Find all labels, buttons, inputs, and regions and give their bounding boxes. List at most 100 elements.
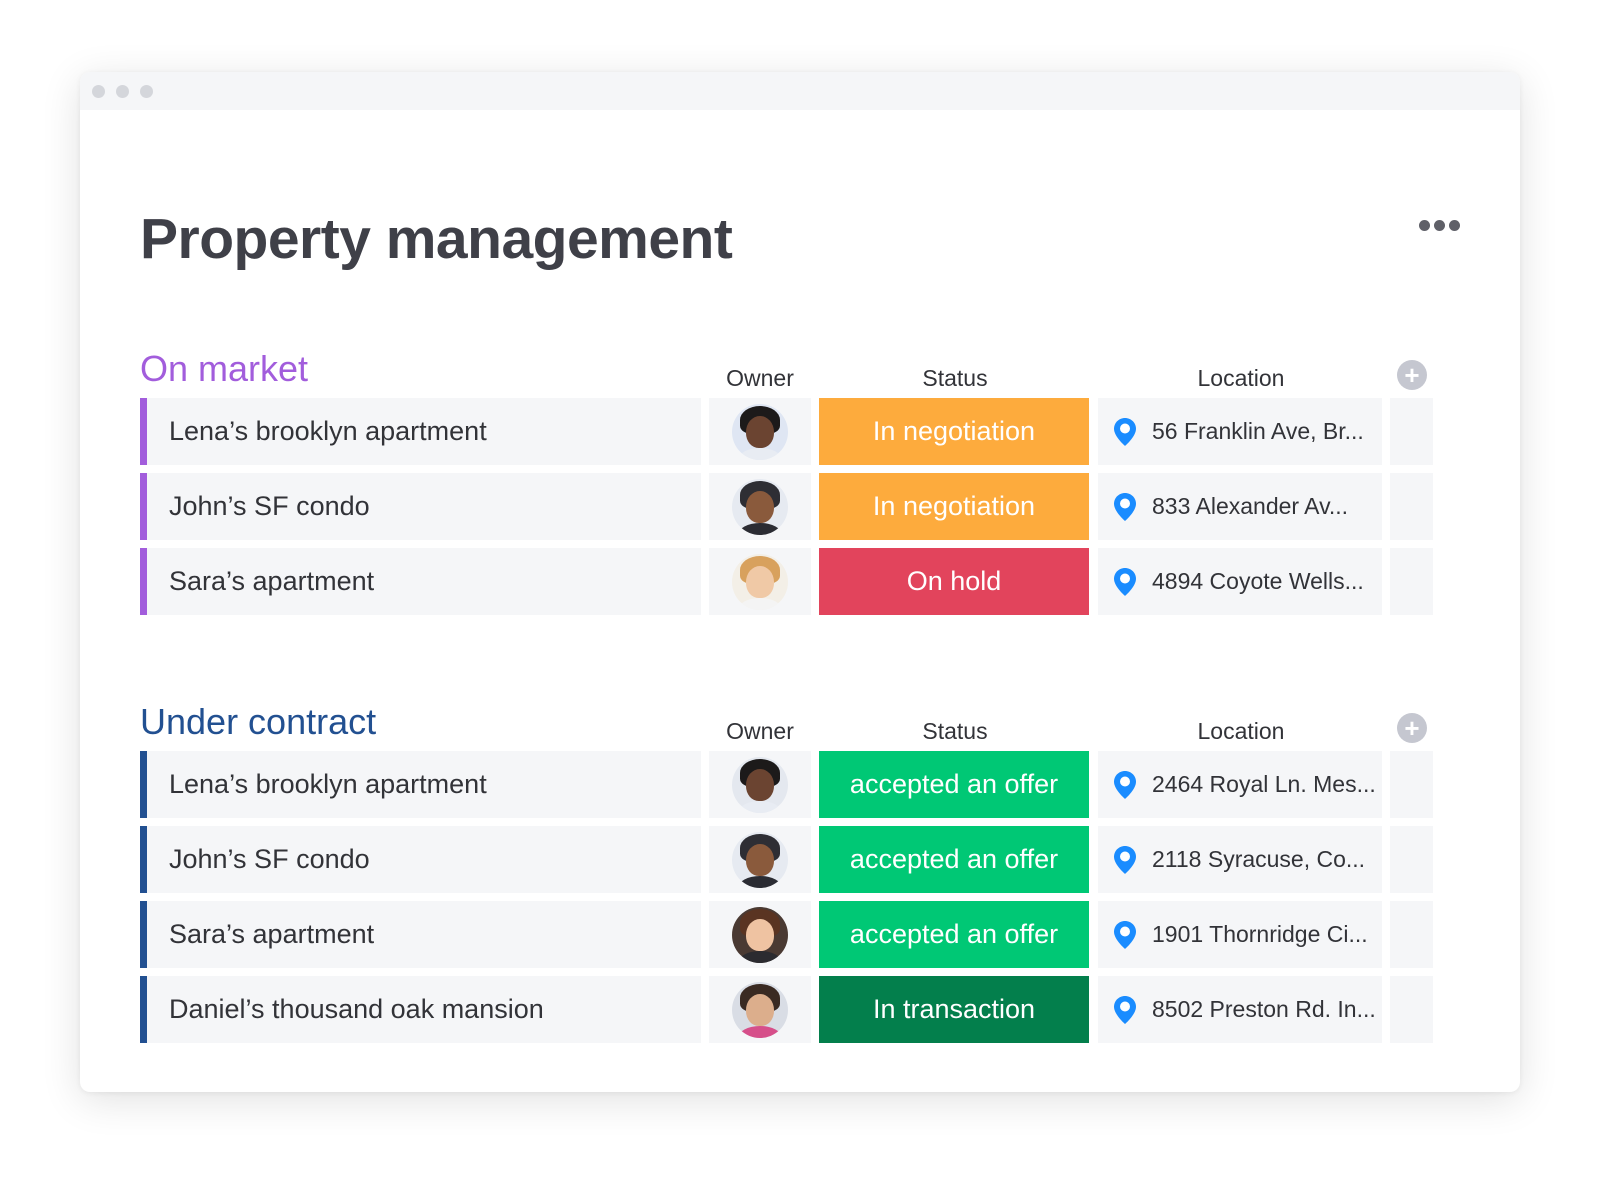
map-pin-icon bbox=[1114, 492, 1136, 521]
location-cell[interactable]: 8502 Preston Rd. In... bbox=[1098, 976, 1382, 1043]
status-text: In negotiation bbox=[872, 416, 1036, 446]
more-dots-icon bbox=[1419, 220, 1430, 231]
item-name: John’s SF condo bbox=[169, 491, 370, 521]
item-name-cell[interactable]: Sara’s apartment bbox=[140, 901, 701, 968]
status-text: accepted an offer bbox=[849, 769, 1059, 799]
empty-cell[interactable] bbox=[1390, 826, 1433, 893]
location-text: 1901 Thornridge Ci... bbox=[1152, 921, 1368, 947]
status-label[interactable]: accepted an offer bbox=[819, 901, 1089, 968]
status-label[interactable]: In negotiation bbox=[819, 473, 1089, 540]
location-cell[interactable]: 2118 Syracuse, Co... bbox=[1098, 826, 1382, 893]
item-name: Daniel’s thousand oak mansion bbox=[169, 994, 544, 1024]
map-pin-icon bbox=[1114, 920, 1136, 949]
owner-cell[interactable] bbox=[709, 826, 811, 893]
location-text: 2464 Royal Ln. Mes... bbox=[1152, 771, 1376, 797]
board-window: Property management On market Owner Stat… bbox=[80, 72, 1520, 1092]
add-column-button[interactable]: + bbox=[1397, 360, 1427, 390]
map-pin-icon bbox=[1114, 770, 1136, 799]
avatar[interactable] bbox=[732, 831, 788, 888]
group-header: On market Owner Status Location + bbox=[140, 338, 1460, 398]
avatar[interactable] bbox=[732, 553, 788, 610]
status-label[interactable]: accepted an offer bbox=[819, 751, 1089, 818]
table-row[interactable]: Sara’s apartment accepted an offer 1901 … bbox=[140, 901, 1460, 976]
add-column-button[interactable]: + bbox=[1397, 713, 1427, 743]
column-header-owner[interactable]: Owner bbox=[708, 365, 812, 392]
item-name-cell[interactable]: Daniel’s thousand oak mansion bbox=[140, 976, 701, 1043]
avatar[interactable] bbox=[732, 981, 788, 1038]
avatar[interactable] bbox=[732, 906, 788, 963]
group-title[interactable]: Under contract bbox=[140, 701, 376, 743]
item-name-cell[interactable]: Sara’s apartment bbox=[140, 548, 701, 615]
owner-cell[interactable] bbox=[709, 751, 811, 818]
location-cell[interactable]: 4894 Coyote Wells... bbox=[1098, 548, 1382, 615]
group-title[interactable]: On market bbox=[140, 348, 308, 390]
table-row[interactable]: Sara’s apartment On hold 4894 Coyote Wel… bbox=[140, 548, 1460, 623]
owner-cell[interactable] bbox=[709, 976, 811, 1043]
item-name: Sara’s apartment bbox=[169, 919, 375, 949]
column-header-location[interactable]: Location bbox=[1098, 718, 1384, 745]
item-name: John’s SF condo bbox=[169, 844, 370, 874]
owner-cell[interactable] bbox=[709, 473, 811, 540]
location-cell[interactable]: 833 Alexander Av... bbox=[1098, 473, 1382, 540]
owner-cell[interactable] bbox=[709, 901, 811, 968]
empty-cell[interactable] bbox=[1390, 473, 1433, 540]
column-header-location[interactable]: Location bbox=[1098, 365, 1384, 392]
table-row[interactable]: John’s SF condo accepted an offer 2118 S… bbox=[140, 826, 1460, 901]
status-text: In transaction bbox=[872, 994, 1036, 1024]
column-header-status[interactable]: Status bbox=[820, 718, 1090, 745]
status-text: accepted an offer bbox=[849, 844, 1059, 874]
location-text: 833 Alexander Av... bbox=[1152, 493, 1349, 519]
empty-cell[interactable] bbox=[1390, 751, 1433, 818]
empty-cell[interactable] bbox=[1390, 548, 1433, 615]
more-options-button[interactable] bbox=[1419, 220, 1460, 231]
status-label[interactable]: In transaction bbox=[819, 976, 1089, 1043]
owner-cell[interactable] bbox=[709, 548, 811, 615]
avatar[interactable] bbox=[732, 478, 788, 535]
item-name-cell[interactable]: John’s SF condo bbox=[140, 473, 701, 540]
item-name-cell[interactable]: Lena’s brooklyn apartment bbox=[140, 398, 701, 465]
location-text: 8502 Preston Rd. In... bbox=[1152, 996, 1376, 1022]
table-row[interactable]: Lena’s brooklyn apartment accepted an of… bbox=[140, 751, 1460, 826]
map-pin-icon bbox=[1114, 417, 1136, 446]
status-text: On hold bbox=[906, 566, 1002, 596]
group-on-market: On market Owner Status Location + Lena’s… bbox=[140, 338, 1460, 623]
window-dot-icon[interactable] bbox=[140, 84, 153, 98]
item-name: Sara’s apartment bbox=[169, 566, 375, 596]
window-dot-icon[interactable] bbox=[92, 84, 105, 98]
group-rows: Lena’s brooklyn apartment In negotiation… bbox=[140, 398, 1460, 623]
status-text: In negotiation bbox=[872, 491, 1036, 521]
status-label[interactable]: accepted an offer bbox=[819, 826, 1089, 893]
location-text: 4894 Coyote Wells... bbox=[1152, 568, 1364, 594]
column-header-owner[interactable]: Owner bbox=[708, 718, 812, 745]
location-text: 56 Franklin Ave, Br... bbox=[1152, 418, 1364, 444]
location-text: 2118 Syracuse, Co... bbox=[1152, 846, 1366, 872]
location-cell[interactable]: 2464 Royal Ln. Mes... bbox=[1098, 751, 1382, 818]
page-title: Property management bbox=[140, 207, 733, 271]
map-pin-icon bbox=[1114, 845, 1136, 874]
status-text: accepted an offer bbox=[849, 919, 1059, 949]
table-row[interactable]: Daniel’s thousand oak mansion In transac… bbox=[140, 976, 1460, 1051]
table-row[interactable]: Lena’s brooklyn apartment In negotiation… bbox=[140, 398, 1460, 473]
column-header-status[interactable]: Status bbox=[820, 365, 1090, 392]
map-pin-icon bbox=[1114, 567, 1136, 596]
location-cell[interactable]: 56 Franklin Ave, Br... bbox=[1098, 398, 1382, 465]
table-row[interactable]: John’s SF condo In negotiation 833 Alexa… bbox=[140, 473, 1460, 548]
item-name-cell[interactable]: John’s SF condo bbox=[140, 826, 701, 893]
avatar[interactable] bbox=[732, 756, 788, 813]
empty-cell[interactable] bbox=[1390, 976, 1433, 1043]
item-name-cell[interactable]: Lena’s brooklyn apartment bbox=[140, 751, 701, 818]
status-label[interactable]: In negotiation bbox=[819, 398, 1089, 465]
owner-cell[interactable] bbox=[709, 398, 811, 465]
window-dot-icon[interactable] bbox=[116, 84, 129, 98]
location-cell[interactable]: 1901 Thornridge Ci... bbox=[1098, 901, 1382, 968]
status-label[interactable]: On hold bbox=[819, 548, 1089, 615]
empty-cell[interactable] bbox=[1390, 398, 1433, 465]
item-name: Lena’s brooklyn apartment bbox=[169, 769, 487, 799]
avatar[interactable] bbox=[732, 403, 788, 460]
group-under-contract: Under contract Owner Status Location + L… bbox=[140, 691, 1460, 1051]
more-dots-icon bbox=[1449, 220, 1460, 231]
map-pin-icon bbox=[1114, 995, 1136, 1024]
empty-cell[interactable] bbox=[1390, 901, 1433, 968]
group-rows: Lena’s brooklyn apartment accepted an of… bbox=[140, 751, 1460, 1051]
more-dots-icon bbox=[1434, 220, 1445, 231]
